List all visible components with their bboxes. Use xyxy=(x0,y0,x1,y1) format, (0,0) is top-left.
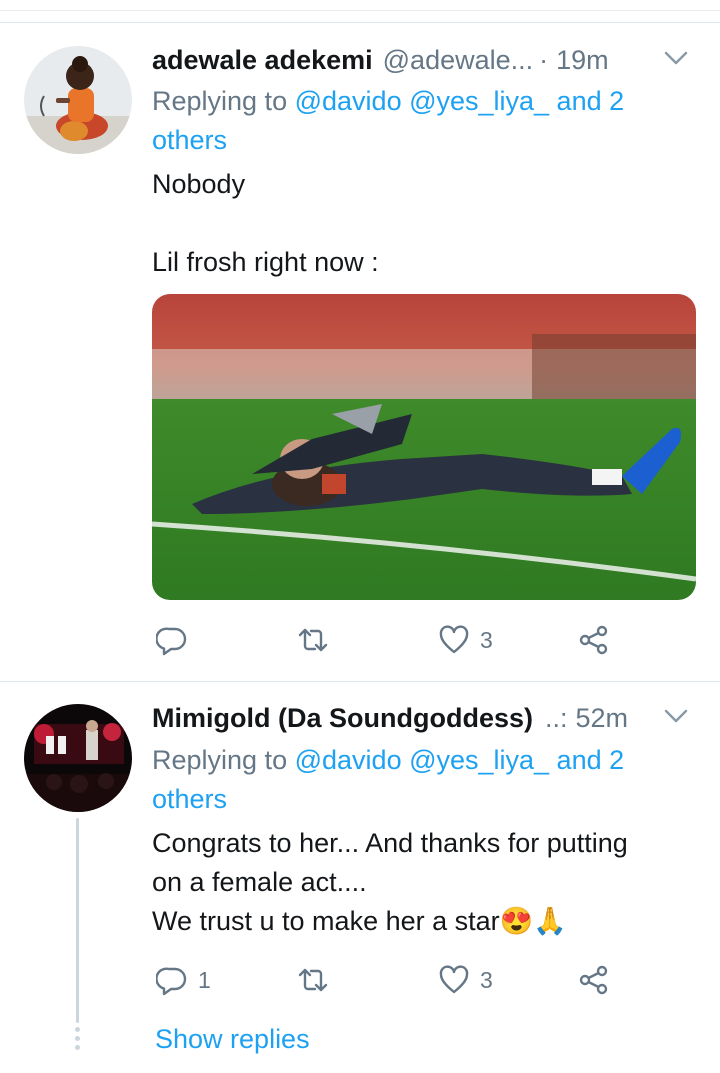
replying-others[interactable]: others xyxy=(152,784,227,814)
like-count: 3 xyxy=(480,626,493,653)
tweet-text-line: on a female act.... xyxy=(152,867,367,897)
avatar[interactable] xyxy=(24,704,132,812)
replying-to: Replying to @davido @yes_liya_ and 2 oth… xyxy=(152,741,682,819)
retweet-button[interactable] xyxy=(297,620,339,660)
tweet-header: adewale adekemi @adewale... · 19m xyxy=(152,42,690,78)
replying-mentions[interactable]: @davido @yes_liya_ and 2 xyxy=(295,86,625,116)
separator: ..: xyxy=(544,702,568,733)
display-name[interactable]: adewale adekemi xyxy=(152,45,373,76)
share-icon xyxy=(579,625,608,655)
tweet[interactable]: adewale adekemi @adewale... · 19m Replyi… xyxy=(0,0,720,680)
user-handle[interactable]: @adewale... xyxy=(383,45,534,76)
tweet-actions: 1 3 xyxy=(152,960,622,1000)
like-icon xyxy=(439,625,469,654)
tweet-text-line: Lil frosh right now : xyxy=(152,247,379,277)
retweet-button[interactable] xyxy=(297,960,339,1000)
thread-line xyxy=(76,818,79,1023)
like-button[interactable]: 3 xyxy=(438,620,493,660)
timestamp[interactable]: 19m xyxy=(556,45,609,76)
tweet-text-line: We trust u to make her a star😍🙏 xyxy=(152,902,692,941)
chevron-down-icon[interactable] xyxy=(662,702,690,730)
display-name[interactable]: Mimigold (Da Soundgoddess) xyxy=(152,703,533,734)
tweet-text-line: Nobody xyxy=(152,169,246,199)
share-button[interactable] xyxy=(578,620,610,660)
tweet-media-image[interactable] xyxy=(152,294,696,600)
retweet-icon xyxy=(298,628,328,652)
like-icon xyxy=(439,965,469,994)
thread-dots xyxy=(75,1027,80,1054)
emoji: 😍🙏 xyxy=(499,906,567,936)
replying-others[interactable]: others xyxy=(152,125,227,155)
separator: · xyxy=(539,44,549,75)
share-button[interactable] xyxy=(578,960,610,1000)
tweet-text: Congrats to her... And thanks for puttin… xyxy=(152,824,692,941)
replying-prefix: Replying to xyxy=(152,86,288,116)
retweet-icon xyxy=(298,968,328,992)
reply-icon xyxy=(156,627,187,656)
show-replies-link[interactable]: Show replies xyxy=(155,1024,310,1055)
tweet-text: Nobody Lil frosh right now : xyxy=(152,165,692,282)
like-count: 3 xyxy=(480,966,493,993)
reply-count: 1 xyxy=(198,966,211,993)
replying-to: Replying to @davido @yes_liya_ and 2 oth… xyxy=(152,82,682,160)
share-icon xyxy=(579,965,608,995)
reply-button[interactable]: 1 xyxy=(156,960,211,1000)
replying-prefix: Replying to xyxy=(152,745,288,775)
replying-mentions[interactable]: @davido @yes_liya_ and 2 xyxy=(295,745,625,775)
tweet-text-segment: We trust u to make her a star xyxy=(152,906,500,936)
tweet[interactable]: Mimigold (Da Soundgoddess) ..: 52m Reply… xyxy=(0,682,720,1073)
reply-button[interactable] xyxy=(156,620,198,660)
reply-icon xyxy=(156,967,187,996)
tweet-text-line: Congrats to her... And thanks for puttin… xyxy=(152,828,628,858)
avatar[interactable] xyxy=(24,46,132,154)
chevron-down-icon[interactable] xyxy=(662,44,690,72)
like-button[interactable]: 3 xyxy=(438,960,493,1000)
tweet-actions: 3 xyxy=(152,620,622,660)
timestamp[interactable]: 52m xyxy=(576,703,629,734)
tweet-header: Mimigold (Da Soundgoddess) ..: 52m xyxy=(152,700,690,736)
